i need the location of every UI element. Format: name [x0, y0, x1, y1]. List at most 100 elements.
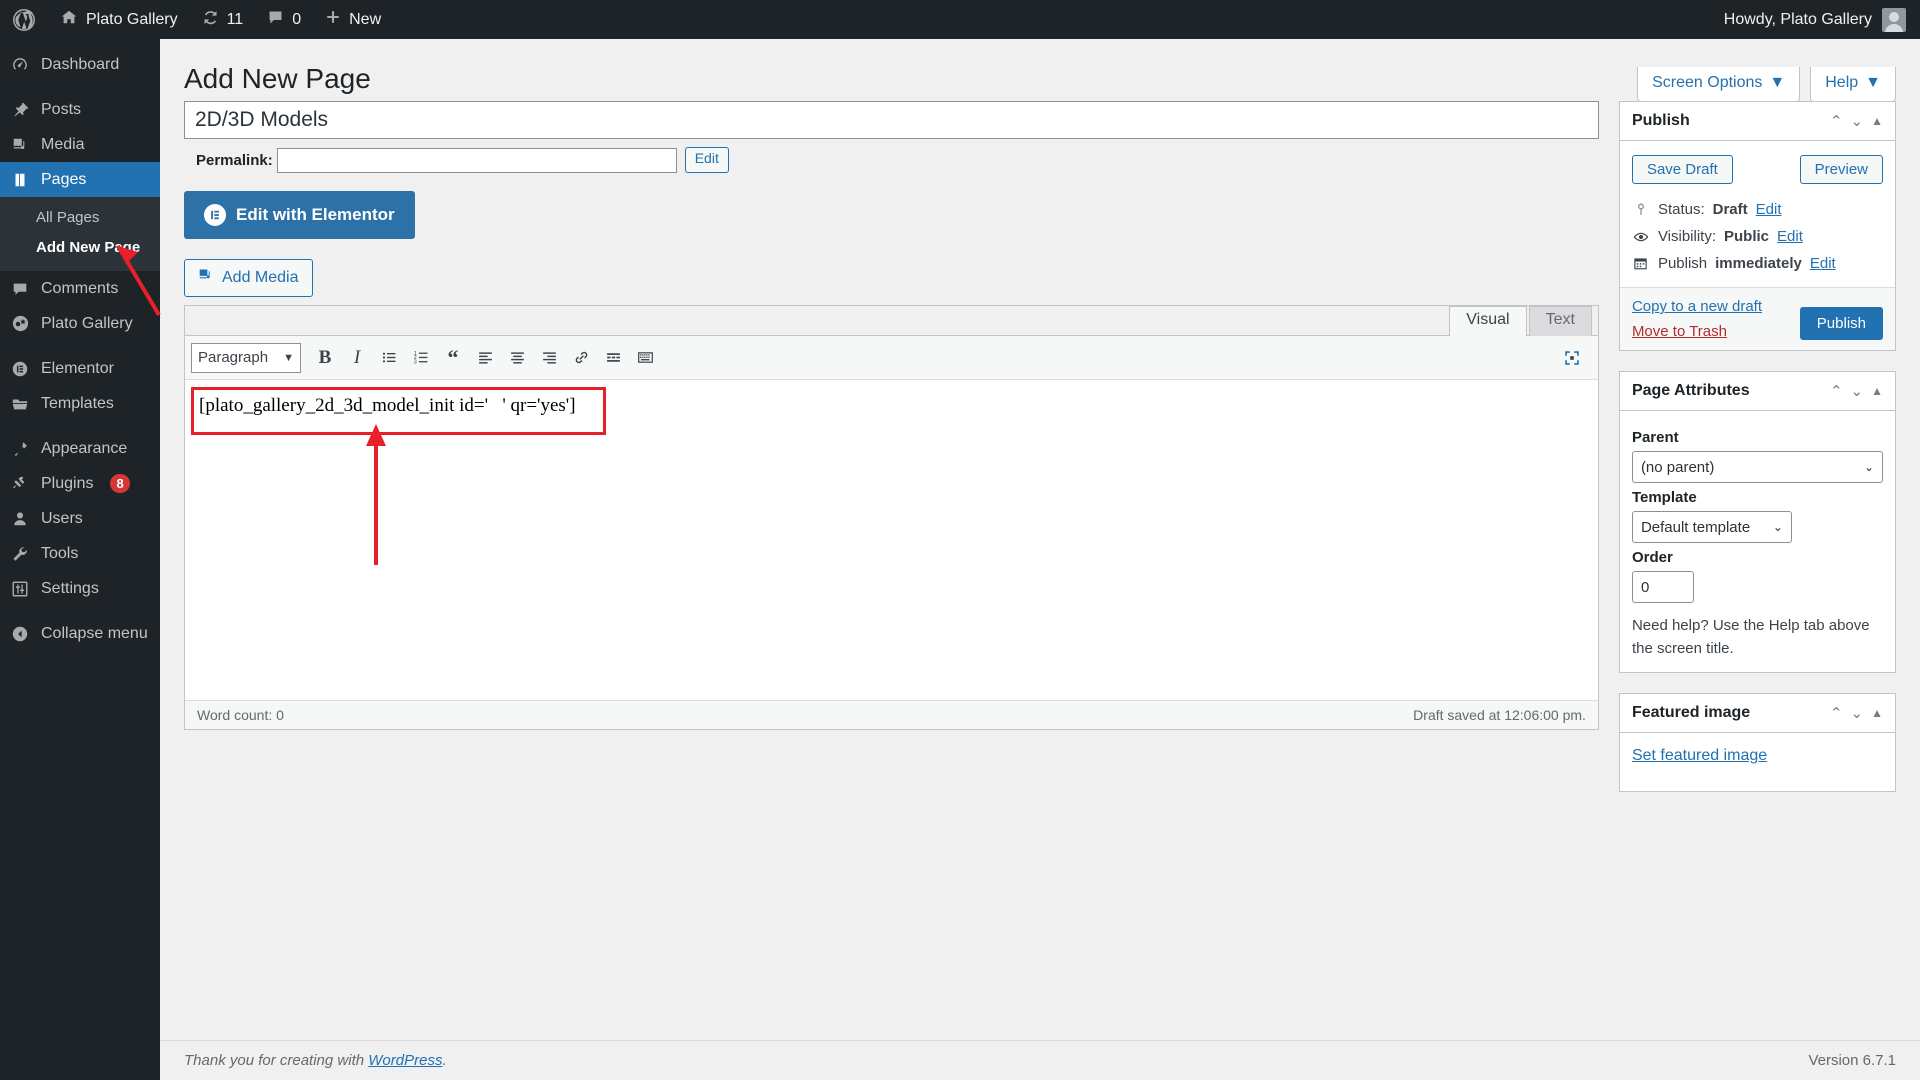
- toggle-panel-icon[interactable]: ▲: [1871, 707, 1883, 719]
- screen-options-button[interactable]: Screen Options ▼: [1637, 67, 1801, 102]
- comments-menu[interactable]: 0: [255, 0, 313, 39]
- order-input[interactable]: 0: [1631, 571, 1694, 603]
- collapse-menu-button[interactable]: Collapse menu: [0, 616, 160, 651]
- order-label: Order: [1631, 549, 1673, 566]
- screen-options-label: Screen Options: [1652, 74, 1763, 91]
- italic-icon[interactable]: I: [341, 342, 373, 374]
- bold-icon[interactable]: B: [309, 342, 341, 374]
- read-more-icon[interactable]: [597, 342, 629, 374]
- templates-icon: [10, 394, 30, 414]
- sidebar-item-pages[interactable]: Pages: [0, 162, 160, 197]
- move-to-trash-link[interactable]: Move to Trash: [1632, 323, 1762, 340]
- tab-visual[interactable]: Visual: [1449, 306, 1527, 337]
- move-up-icon[interactable]: ⌃: [1830, 706, 1843, 721]
- status-edit-link[interactable]: Edit: [1756, 201, 1782, 218]
- sidebar-item-settings[interactable]: Settings: [0, 571, 160, 606]
- wp-logo-menu[interactable]: [0, 0, 48, 39]
- elementor-icon: [10, 359, 30, 379]
- toggle-panel-icon[interactable]: ▲: [1871, 385, 1883, 397]
- align-left-icon[interactable]: [469, 342, 501, 374]
- postbox-container: Publish ⌃ ⌄ ▲ Save Draft Preview Status:…: [1618, 101, 1896, 812]
- template-select[interactable]: Default template ⌄: [1631, 511, 1792, 543]
- pages-submenu: All Pages Add New Page: [0, 197, 160, 271]
- featured-image-title: Featured image: [1631, 704, 1751, 721]
- editor-toolbar: Paragraph ▼ B I 123 “: [185, 336, 1598, 380]
- move-down-icon[interactable]: ⌄: [1851, 384, 1864, 399]
- status-row: Status: Draft Edit: [1632, 196, 1883, 223]
- copy-to-new-draft-link[interactable]: Copy to a new draft: [1632, 298, 1762, 315]
- parent-select[interactable]: (no parent) ⌄: [1631, 451, 1883, 483]
- move-down-icon[interactable]: ⌄: [1851, 114, 1864, 129]
- page-attributes-handle-actions: ⌃ ⌄ ▲: [1830, 384, 1883, 399]
- post-body: Permalink: Edit Edit with Elementor: [160, 101, 1920, 812]
- footer-thanks-suffix: .: [442, 1052, 447, 1069]
- preview-button[interactable]: Preview: [1799, 155, 1883, 184]
- toolbar-toggle-icon[interactable]: [629, 342, 661, 374]
- align-right-icon[interactable]: [533, 342, 565, 374]
- sidebar-item-tools[interactable]: Tools: [0, 536, 160, 571]
- permalink-edit-button[interactable]: Edit: [684, 147, 729, 173]
- numbered-list-icon[interactable]: 123: [405, 342, 437, 374]
- site-name-menu[interactable]: Plato Gallery: [48, 0, 190, 39]
- parent-label: Parent: [1631, 429, 1679, 446]
- sidebar-item-comments[interactable]: Comments: [0, 271, 160, 306]
- toggle-panel-icon[interactable]: ▲: [1871, 115, 1883, 127]
- wordpress-link[interactable]: WordPress: [368, 1052, 442, 1069]
- chevron-down-icon: ▼: [1769, 74, 1786, 91]
- howdy-label[interactable]: Howdy, Plato Gallery: [1724, 11, 1872, 29]
- tab-text[interactable]: Text: [1528, 306, 1592, 337]
- sidebar-item-label: Posts: [41, 100, 82, 118]
- major-publishing-actions: Copy to a new draft Move to Trash Publis…: [1619, 287, 1895, 350]
- sidebar-item-dashboard[interactable]: Dashboard: [0, 47, 160, 82]
- title-field-wrap: [184, 101, 1599, 139]
- chevron-down-icon: ⌄: [1863, 460, 1874, 474]
- help-label: Help: [1825, 74, 1859, 91]
- fullscreen-icon[interactable]: [1556, 342, 1588, 374]
- parent-select-value: (no parent): [1640, 458, 1715, 476]
- save-draft-button[interactable]: Save Draft: [1631, 155, 1733, 184]
- sidebar-item-templates[interactable]: Templates: [0, 386, 160, 421]
- comment-bubble-icon: [267, 9, 284, 31]
- sidebar-item-plato-gallery[interactable]: Plato Gallery: [0, 306, 160, 341]
- move-up-icon[interactable]: ⌃: [1830, 114, 1843, 129]
- sidebar-item-label: Plato Gallery: [41, 314, 133, 332]
- edit-with-elementor-button[interactable]: Edit with Elementor: [184, 191, 415, 239]
- visibility-row: Visibility: Public Edit: [1632, 223, 1883, 250]
- chevron-down-icon: ⌄: [1772, 520, 1783, 534]
- sidebar-subitem-add-new-page[interactable]: Add New Page: [0, 233, 160, 263]
- publish-button[interactable]: Publish: [1799, 307, 1883, 340]
- new-content-menu[interactable]: New: [313, 0, 393, 39]
- sidebar-item-appearance[interactable]: Appearance: [0, 431, 160, 466]
- sidebar-item-media[interactable]: Media: [0, 127, 160, 162]
- avatar[interactable]: [1882, 7, 1906, 32]
- visibility-edit-link[interactable]: Edit: [1777, 228, 1803, 245]
- media-buttons: Add Media: [184, 239, 1599, 297]
- link-icon[interactable]: [565, 342, 597, 374]
- sidebar-item-users[interactable]: Users: [0, 501, 160, 536]
- featured-image-box: Featured image ⌃ ⌄ ▲ Set featured image: [1618, 693, 1896, 792]
- move-down-icon[interactable]: ⌄: [1851, 706, 1864, 721]
- align-center-icon[interactable]: [501, 342, 533, 374]
- publish-date-edit-link[interactable]: Edit: [1810, 255, 1836, 272]
- sidebar-item-label: Elementor: [41, 359, 114, 377]
- post-title-input[interactable]: [184, 101, 1599, 139]
- updates-menu[interactable]: 11: [190, 0, 256, 39]
- set-featured-image-link[interactable]: Set featured image: [1632, 747, 1767, 764]
- blockquote-icon[interactable]: “: [437, 342, 469, 374]
- publish-box-handle-actions: ⌃ ⌄ ▲: [1830, 114, 1883, 129]
- sidebar-item-plugins[interactable]: Plugins 8: [0, 466, 160, 501]
- move-up-icon[interactable]: ⌃: [1830, 384, 1843, 399]
- bulleted-list-icon[interactable]: [373, 342, 405, 374]
- collapse-menu-label: Collapse menu: [41, 624, 148, 642]
- paragraph-format-select[interactable]: Paragraph ▼: [191, 342, 301, 373]
- appearance-icon: [10, 439, 30, 459]
- add-media-button[interactable]: Add Media: [184, 259, 313, 297]
- sidebar-subitem-all-pages[interactable]: All Pages: [0, 203, 160, 233]
- help-button[interactable]: Help ▼: [1810, 67, 1896, 102]
- sidebar-item-label: Tools: [41, 544, 79, 562]
- sidebar-item-elementor[interactable]: Elementor: [0, 351, 160, 386]
- permalink-input[interactable]: [276, 147, 677, 173]
- settings-icon: [10, 579, 30, 599]
- sidebar-item-posts[interactable]: Posts: [0, 92, 160, 127]
- editor-text-area[interactable]: [plato_gallery_2d_3d_model_init id=' ' q…: [185, 380, 1598, 700]
